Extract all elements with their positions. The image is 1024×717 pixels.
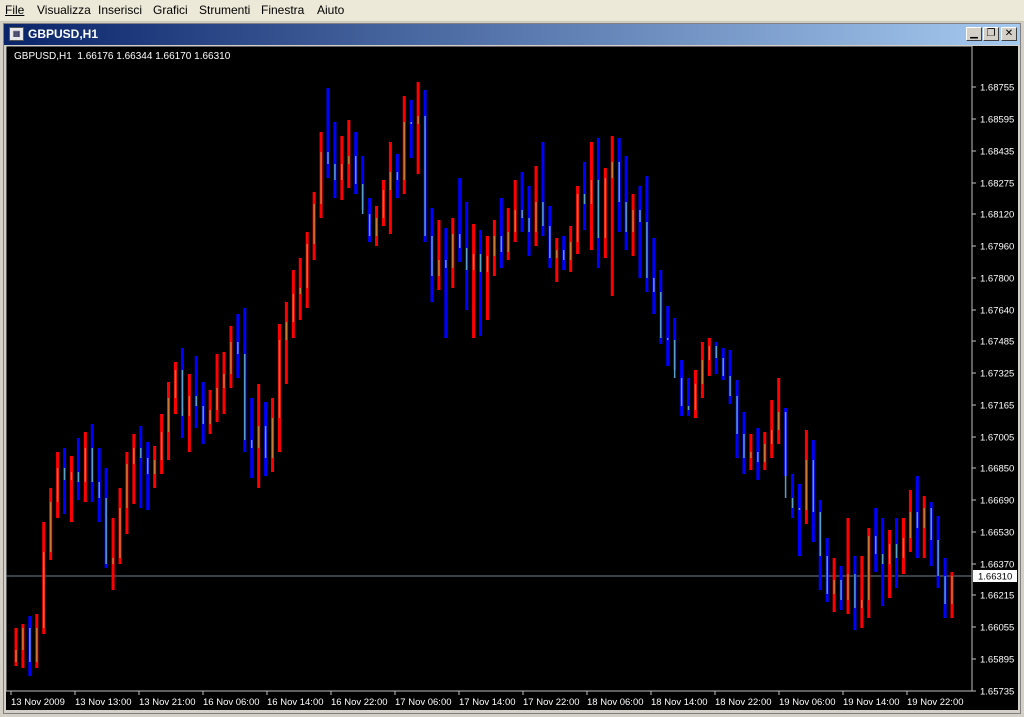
y-tick-label: 1.66690 xyxy=(980,496,1014,507)
x-tick-label: 18 Nov 22:00 xyxy=(715,697,772,708)
close-icon[interactable]: ✕ xyxy=(1001,27,1017,41)
price-chart[interactable]: 1.68755 1.68595 1.68435 1.68275 1.68120 1.679… xyxy=(6,46,1018,710)
price-axis: 1.68755 1.68595 1.68435 1.68275 1.68120 1.679… xyxy=(972,83,1017,698)
window-title: GBPUSD,H1 xyxy=(28,27,99,41)
y-tick-label: 1.66850 xyxy=(980,464,1014,475)
y-tick-label: 1.66530 xyxy=(980,528,1014,539)
menu-bar: File Visualizza Inserisci Grafici Strume… xyxy=(0,0,1024,22)
y-tick-label: 1.66215 xyxy=(980,591,1014,602)
y-tick-label: 1.67640 xyxy=(980,306,1014,317)
x-tick-label: 13 Nov 21:00 xyxy=(139,697,196,708)
y-tick-label: 1.65735 xyxy=(980,687,1014,698)
x-tick-label: 19 Nov 22:00 xyxy=(907,697,964,708)
y-tick-label: 1.68755 xyxy=(980,83,1014,94)
x-tick-label: 13 Nov 2009 xyxy=(11,697,65,708)
x-tick-label: 18 Nov 06:00 xyxy=(587,697,644,708)
menu-aiuto[interactable]: Aiuto xyxy=(317,3,344,17)
x-tick-label: 16 Nov 22:00 xyxy=(331,697,388,708)
menu-grafici[interactable]: Grafici xyxy=(153,3,188,17)
menu-visualizza[interactable]: Visualizza xyxy=(37,3,91,17)
y-tick-label: 1.67005 xyxy=(980,433,1014,444)
menu-inserisci[interactable]: Inserisci xyxy=(98,3,142,17)
y-tick-label: 1.67960 xyxy=(980,242,1014,253)
y-tick-label: 1.67165 xyxy=(980,401,1014,412)
minimize-icon[interactable]: ▁ xyxy=(966,27,982,41)
x-tick-label: 17 Nov 14:00 xyxy=(459,697,516,708)
y-tick-label: 1.66370 xyxy=(980,560,1014,571)
y-tick-label: 1.67325 xyxy=(980,369,1014,380)
y-tick-label: 1.68120 xyxy=(980,210,1014,221)
y-tick-label: 1.67485 xyxy=(980,337,1014,348)
y-tick-label: 1.66055 xyxy=(980,623,1014,634)
title-bar[interactable]: ▦ GBPUSD,H1 ▁ ❐ ✕ xyxy=(4,24,1020,45)
y-tick-label: 1.68275 xyxy=(980,179,1014,190)
y-tick-label: 1.68435 xyxy=(980,147,1014,158)
x-tick-label: 16 Nov 14:00 xyxy=(267,697,324,708)
y-tick-label: 1.65895 xyxy=(980,655,1014,666)
x-tick-label: 17 Nov 22:00 xyxy=(523,697,580,708)
x-tick-label: 19 Nov 14:00 xyxy=(843,697,900,708)
x-tick-label: 16 Nov 06:00 xyxy=(203,697,260,708)
y-tick-label: 1.68595 xyxy=(980,115,1014,126)
restore-icon[interactable]: ❐ xyxy=(983,27,999,41)
menu-finestra[interactable]: Finestra xyxy=(261,3,304,17)
chart-window-icon[interactable]: ▦ xyxy=(9,27,24,41)
price-bars xyxy=(14,82,954,676)
time-axis: 13 Nov 2009 13 Nov 13:00 13 Nov 21:00 16 No… xyxy=(10,691,964,708)
x-tick-label: 17 Nov 06:00 xyxy=(395,697,452,708)
menu-file[interactable]: File xyxy=(5,3,24,17)
chart-info-label: GBPUSD,H1 1.66176 1.66344 1.66170 1.6631… xyxy=(14,51,231,62)
x-tick-label: 13 Nov 13:00 xyxy=(75,697,132,708)
y-tick-label: 1.67800 xyxy=(980,274,1014,285)
candlestick-chart[interactable]: 1.68755 1.68595 1.68435 1.68275 1.68120 1.679… xyxy=(6,46,1018,710)
current-price-label: 1.66310 xyxy=(978,572,1012,583)
menu-strumenti[interactable]: Strumenti xyxy=(199,3,250,17)
x-tick-label: 18 Nov 14:00 xyxy=(651,697,708,708)
x-tick-label: 19 Nov 06:00 xyxy=(779,697,836,708)
